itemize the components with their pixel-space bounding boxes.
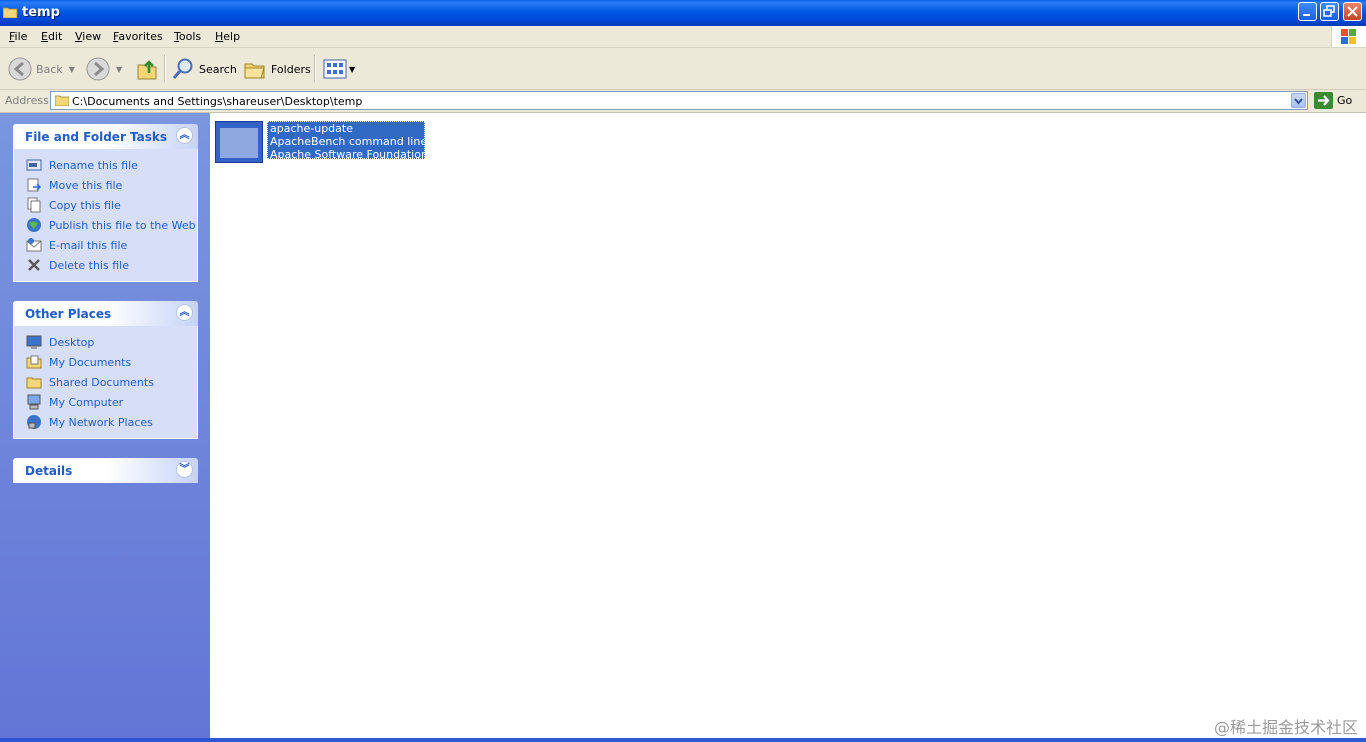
menu-edit[interactable]: Edit (41, 30, 62, 43)
forward-arrow-icon (86, 57, 110, 81)
file-folder-tasks-header[interactable]: File and Folder Tasks ︽ (13, 124, 198, 149)
rename-icon (26, 159, 42, 171)
place-my-network-places[interactable]: My Network Places (14, 412, 197, 432)
task-publish-web[interactable]: Publish this file to the Web (14, 215, 197, 235)
place-my-documents[interactable]: My Documents (14, 352, 197, 372)
menu-bar: File Edit View Favorites Tools Help (0, 26, 1366, 48)
address-path: C:\Documents and Settings\shareuser\Desk… (72, 95, 363, 108)
task-email-file[interactable]: E-mail this file (14, 235, 197, 255)
views-dropdown-icon[interactable]: ▼ (349, 65, 355, 74)
folders-icon (244, 63, 265, 79)
address-dropdown-button[interactable] (1291, 93, 1306, 108)
place-desktop[interactable]: Desktop (14, 332, 197, 352)
forward-button[interactable]: ▼ (86, 56, 122, 82)
folder-icon (3, 7, 18, 18)
file-list-view[interactable]: apache-update ApacheBench command line u… (210, 113, 1366, 738)
task-pane: File and Folder Tasks ︽ Rename this file… (0, 113, 210, 738)
address-input[interactable]: C:\Documents and Settings\shareuser\Desk… (50, 91, 1308, 110)
folder-icon (55, 95, 69, 106)
address-label: Address (5, 94, 49, 107)
go-button[interactable]: Go (1314, 92, 1352, 109)
windows-flag-icon (1341, 29, 1356, 44)
minimize-icon (1303, 14, 1310, 16)
details-header[interactable]: Details ︾ (13, 458, 198, 483)
email-icon (26, 238, 42, 252)
restore-button[interactable] (1320, 2, 1339, 21)
close-icon (1347, 6, 1358, 17)
back-dropdown-icon[interactable]: ▼ (69, 65, 75, 74)
network-places-icon (27, 415, 41, 429)
task-rename-file[interactable]: Rename this file (14, 155, 197, 175)
restore-icon (1323, 5, 1335, 17)
close-button[interactable] (1343, 2, 1362, 21)
file-description: ApacheBench command line ut... (270, 135, 424, 148)
windows-logo (1331, 26, 1366, 47)
expand-chevron-icon[interactable]: ︾ (176, 461, 193, 478)
other-places-header[interactable]: Other Places ︽ (13, 301, 198, 326)
move-icon (27, 178, 42, 192)
menu-view[interactable]: View (75, 30, 101, 43)
search-icon (172, 58, 193, 79)
place-shared-documents[interactable]: Shared Documents (14, 372, 197, 392)
window-bottom-border (0, 738, 1366, 742)
go-arrow-icon (1314, 92, 1333, 109)
copy-icon (27, 197, 41, 213)
task-move-file[interactable]: Move this file (14, 175, 197, 195)
desktop-icon (26, 335, 42, 349)
standard-toolbar: Back ▼ ▼ Search Folders ▼ (0, 48, 1366, 90)
views-button[interactable]: ▼ (323, 56, 355, 82)
delete-icon (28, 259, 40, 271)
my-computer-icon (27, 394, 41, 410)
file-folder-tasks-panel: File and Folder Tasks ︽ Rename this file… (13, 124, 198, 282)
forward-dropdown-icon[interactable]: ▼ (116, 65, 122, 74)
watermark: @稀土掘金技术社区 (1213, 718, 1358, 737)
chevron-down-icon (1294, 98, 1303, 105)
task-copy-file[interactable]: Copy this file (14, 195, 197, 215)
folders-button[interactable]: Folders (243, 56, 311, 82)
address-bar: Address C:\Documents and Settings\shareu… (0, 90, 1366, 113)
search-button[interactable]: Search (171, 56, 237, 82)
views-icon (323, 59, 347, 79)
file-label-selected: apache-update ApacheBench command line u… (267, 121, 425, 159)
task-delete-file[interactable]: Delete this file (14, 255, 197, 275)
other-places-panel: Other Places ︽ Desktop My Documents Shar… (13, 301, 198, 439)
menu-tools[interactable]: Tools (174, 30, 201, 43)
menu-favorites[interactable]: Favorites (113, 30, 163, 43)
details-panel: Details ︾ (13, 458, 198, 483)
menu-help[interactable]: Help (215, 30, 240, 43)
back-button[interactable]: Back ▼ (8, 56, 75, 82)
collapse-chevron-icon[interactable]: ︽ (176, 304, 193, 321)
up-folder-icon (137, 60, 157, 80)
shared-folder-icon (26, 377, 42, 389)
window-title: temp (22, 5, 60, 20)
up-folder-button[interactable] (135, 56, 159, 82)
menu-file[interactable]: File (9, 30, 27, 43)
collapse-chevron-icon[interactable]: ︽ (176, 127, 193, 144)
file-company: Apache Software Foundation (270, 148, 425, 159)
globe-icon (27, 218, 41, 232)
place-my-computer[interactable]: My Computer (14, 392, 197, 412)
file-name: apache-update (270, 122, 353, 135)
back-arrow-icon (8, 57, 32, 81)
minimize-button[interactable] (1298, 2, 1317, 21)
title-bar[interactable]: temp (0, 0, 1366, 26)
my-documents-icon (26, 355, 42, 369)
application-icon (215, 121, 263, 163)
